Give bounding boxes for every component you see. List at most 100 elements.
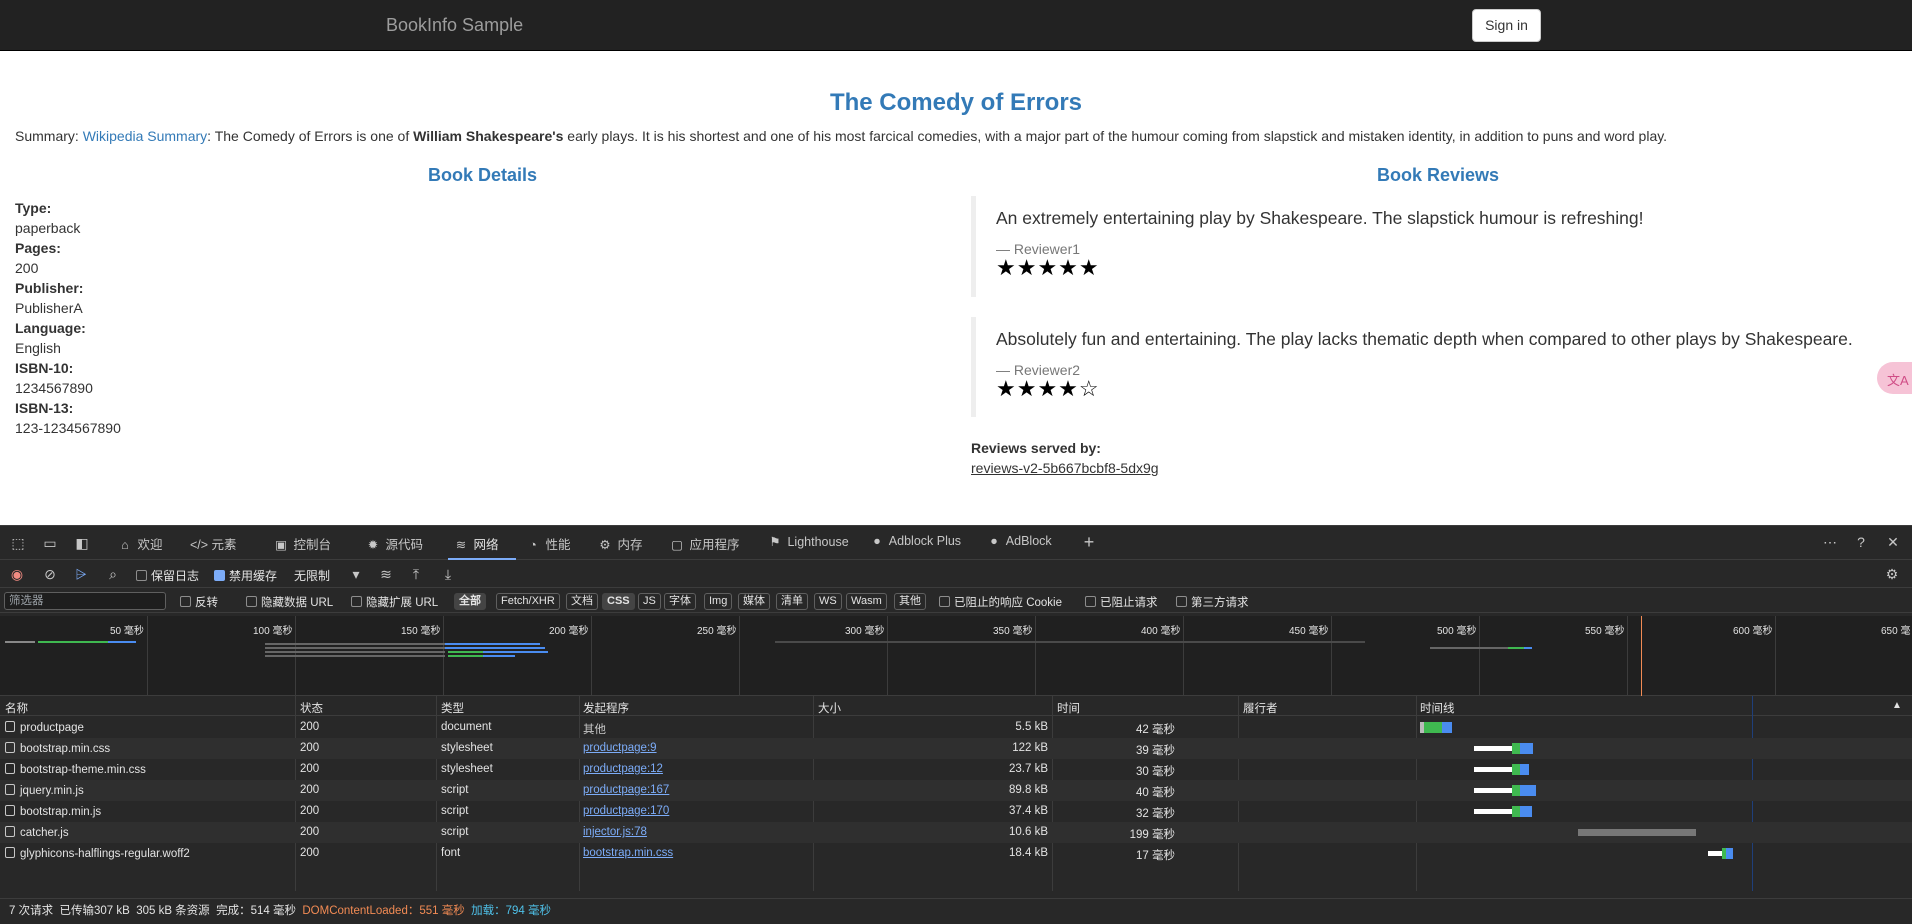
more-icon[interactable]: ⋯: [1822, 534, 1838, 550]
type-filter-doc[interactable]: 文档: [566, 593, 598, 610]
filter-input[interactable]: 筛选器: [4, 592, 166, 610]
table-row[interactable]: jquery.min.js 200 script productpage:167…: [0, 780, 1912, 801]
wikipedia-summary-link[interactable]: Wikipedia Summary: [83, 128, 207, 144]
column-header-time[interactable]: 时间: [1057, 700, 1080, 716]
request-initiator[interactable]: productpage:167: [583, 784, 669, 796]
add-tab-icon[interactable]: +: [1081, 533, 1097, 551]
type-filter-media[interactable]: 媒体: [738, 593, 770, 610]
detail-value: English: [15, 340, 61, 356]
clear-icon[interactable]: ⊘: [42, 566, 58, 582]
overview-gridline: [739, 616, 740, 696]
invert-checkbox[interactable]: 反转: [180, 594, 218, 610]
tab-performance[interactable]: ◔ 性能: [524, 534, 570, 553]
served-value[interactable]: reviews-v2-5b667bcbf8-5dx9g: [971, 458, 1159, 478]
checkbox[interactable]: [1176, 596, 1187, 607]
request-initiator[interactable]: productpage:9: [583, 742, 657, 754]
help-icon[interactable]: ?: [1853, 534, 1869, 550]
upload-icon[interactable]: ⤒: [408, 566, 424, 582]
type-filter-other[interactable]: 其他: [894, 593, 926, 610]
filter-icon[interactable]: ⩥: [73, 566, 89, 582]
tab-adblock-plus[interactable]: ● Adblock Plus: [868, 534, 961, 548]
disable-cache-checkbox[interactable]: 禁用缓存: [214, 567, 277, 584]
search-icon[interactable]: ⌕: [105, 566, 121, 582]
tab-lighthouse[interactable]: ⚑ Lighthouse: [766, 534, 848, 549]
hide-data-urls-checkbox[interactable]: 隐藏数据 URL: [246, 594, 333, 610]
column-header-status[interactable]: 状态: [300, 700, 323, 716]
column-header-waterfall[interactable]: 时间线: [1420, 700, 1455, 716]
brand-title[interactable]: BookInfo Sample: [386, 15, 523, 36]
tab-application[interactable]: ▢ 应用程序: [668, 534, 739, 553]
request-initiator[interactable]: injector.js:78: [583, 826, 647, 838]
detail-value: 200: [15, 260, 39, 276]
gauge-icon: ◔: [529, 538, 537, 552]
device-toggle-icon[interactable]: ▭: [42, 535, 58, 551]
request-name[interactable]: catcher.js: [5, 826, 69, 839]
column-header-initiator[interactable]: 发起程序: [583, 700, 629, 716]
preserve-log-checkbox[interactable]: 保留日志: [136, 567, 199, 584]
table-row[interactable]: bootstrap-theme.min.css 200 stylesheet p…: [0, 759, 1912, 780]
type-filter-css[interactable]: CSS: [602, 593, 635, 610]
request-initiator[interactable]: productpage:12: [583, 763, 663, 775]
tab-adblock[interactable]: ● AdBlock: [985, 534, 1051, 548]
type-filter-js[interactable]: JS: [638, 593, 661, 610]
type-filter-all[interactable]: 全部: [454, 593, 486, 610]
chevron-down-icon[interactable]: ▾: [348, 566, 364, 582]
sign-in-button[interactable]: Sign in: [1472, 9, 1541, 42]
checkbox[interactable]: [351, 596, 362, 607]
column-header-size[interactable]: 大小: [818, 700, 841, 716]
request-name[interactable]: jquery.min.js: [5, 784, 84, 797]
devtools-panel: ⬚ ▭ ◧ ⌂ 欢迎 </> 元素 ▣ 控制台 ✹ 源代码 ≋ 网络 ◔ 性能 …: [0, 525, 1912, 924]
checkbox[interactable]: [214, 570, 225, 581]
type-filter-manifest[interactable]: 清单: [776, 593, 808, 610]
tab-sources[interactable]: ✹ 源代码: [364, 534, 423, 553]
blocked-requests-checkbox[interactable]: 已阻止请求: [1085, 594, 1158, 610]
hide-ext-urls-checkbox[interactable]: 隐藏扩展 URL: [351, 594, 438, 610]
checkbox[interactable]: [136, 570, 147, 581]
sort-up-icon[interactable]: ▲: [1892, 700, 1902, 711]
request-type: stylesheet: [441, 742, 493, 754]
request-name[interactable]: bootstrap.min.css: [5, 742, 110, 755]
table-row[interactable]: catcher.js 200 script injector.js:78 10.…: [0, 822, 1912, 843]
type-filter-wasm[interactable]: Wasm: [846, 593, 887, 610]
table-row[interactable]: productpage 200 document 其他 5.5 kB 42 毫秒: [0, 717, 1912, 738]
type-filter-ws[interactable]: WS: [814, 593, 842, 610]
translate-icon[interactable]: 文A: [1877, 362, 1912, 394]
tab-console[interactable]: ▣ 控制台: [272, 534, 331, 553]
checkbox[interactable]: [246, 596, 257, 607]
type-filter-fetch-xhr[interactable]: Fetch/XHR: [496, 593, 560, 610]
column-header-name[interactable]: 名称: [5, 700, 28, 716]
summary-bold: William Shakespeare's: [413, 128, 564, 144]
checkbox[interactable]: [939, 596, 950, 607]
request-initiator[interactable]: productpage:170: [583, 805, 669, 817]
blocked-cookies-checkbox[interactable]: 已阻止的响应 Cookie: [939, 594, 1062, 610]
request-name[interactable]: bootstrap-theme.min.css: [5, 763, 146, 776]
network-conditions-icon[interactable]: ≋: [378, 566, 394, 582]
table-row[interactable]: glyphicons-halflings-regular.woff2 200 f…: [0, 843, 1912, 864]
record-icon[interactable]: ◉: [9, 566, 25, 582]
dock-icon[interactable]: ◧: [74, 535, 90, 551]
tab-elements[interactable]: </> 元素: [190, 534, 237, 553]
column-header-fulfilled-by[interactable]: 履行者: [1243, 700, 1278, 716]
network-overview[interactable]: 50 毫秒 100 毫秒 150 毫秒 200 毫秒 250 毫秒 300 毫秒…: [0, 616, 1912, 696]
third-party-checkbox[interactable]: 第三方请求: [1176, 594, 1249, 610]
request-initiator[interactable]: bootstrap.min.css: [583, 847, 673, 859]
type-filter-font[interactable]: 字体: [664, 593, 696, 610]
checkbox[interactable]: [180, 596, 191, 607]
inspect-icon[interactable]: ⬚: [10, 535, 26, 551]
request-name[interactable]: productpage: [5, 721, 84, 734]
throttle-select[interactable]: 无限制: [294, 567, 330, 584]
tab-welcome[interactable]: ⌂ 欢迎: [116, 534, 162, 553]
request-size: 10.6 kB: [1009, 826, 1048, 838]
checkbox[interactable]: [1085, 596, 1096, 607]
table-row[interactable]: bootstrap.min.css 200 stylesheet product…: [0, 738, 1912, 759]
table-row[interactable]: bootstrap.min.js 200 script productpage:…: [0, 801, 1912, 822]
tab-network[interactable]: ≋ 网络: [452, 534, 499, 553]
column-header-type[interactable]: 类型: [441, 700, 464, 716]
gear-icon[interactable]: ⚙: [1884, 566, 1900, 582]
close-icon[interactable]: ✕: [1885, 534, 1901, 550]
request-name[interactable]: glyphicons-halflings-regular.woff2: [5, 847, 190, 860]
type-filter-img[interactable]: Img: [704, 593, 733, 610]
download-icon[interactable]: ⤓: [440, 566, 456, 582]
request-name[interactable]: bootstrap.min.js: [5, 805, 101, 818]
tab-memory[interactable]: ⚙ 内存: [596, 534, 642, 553]
